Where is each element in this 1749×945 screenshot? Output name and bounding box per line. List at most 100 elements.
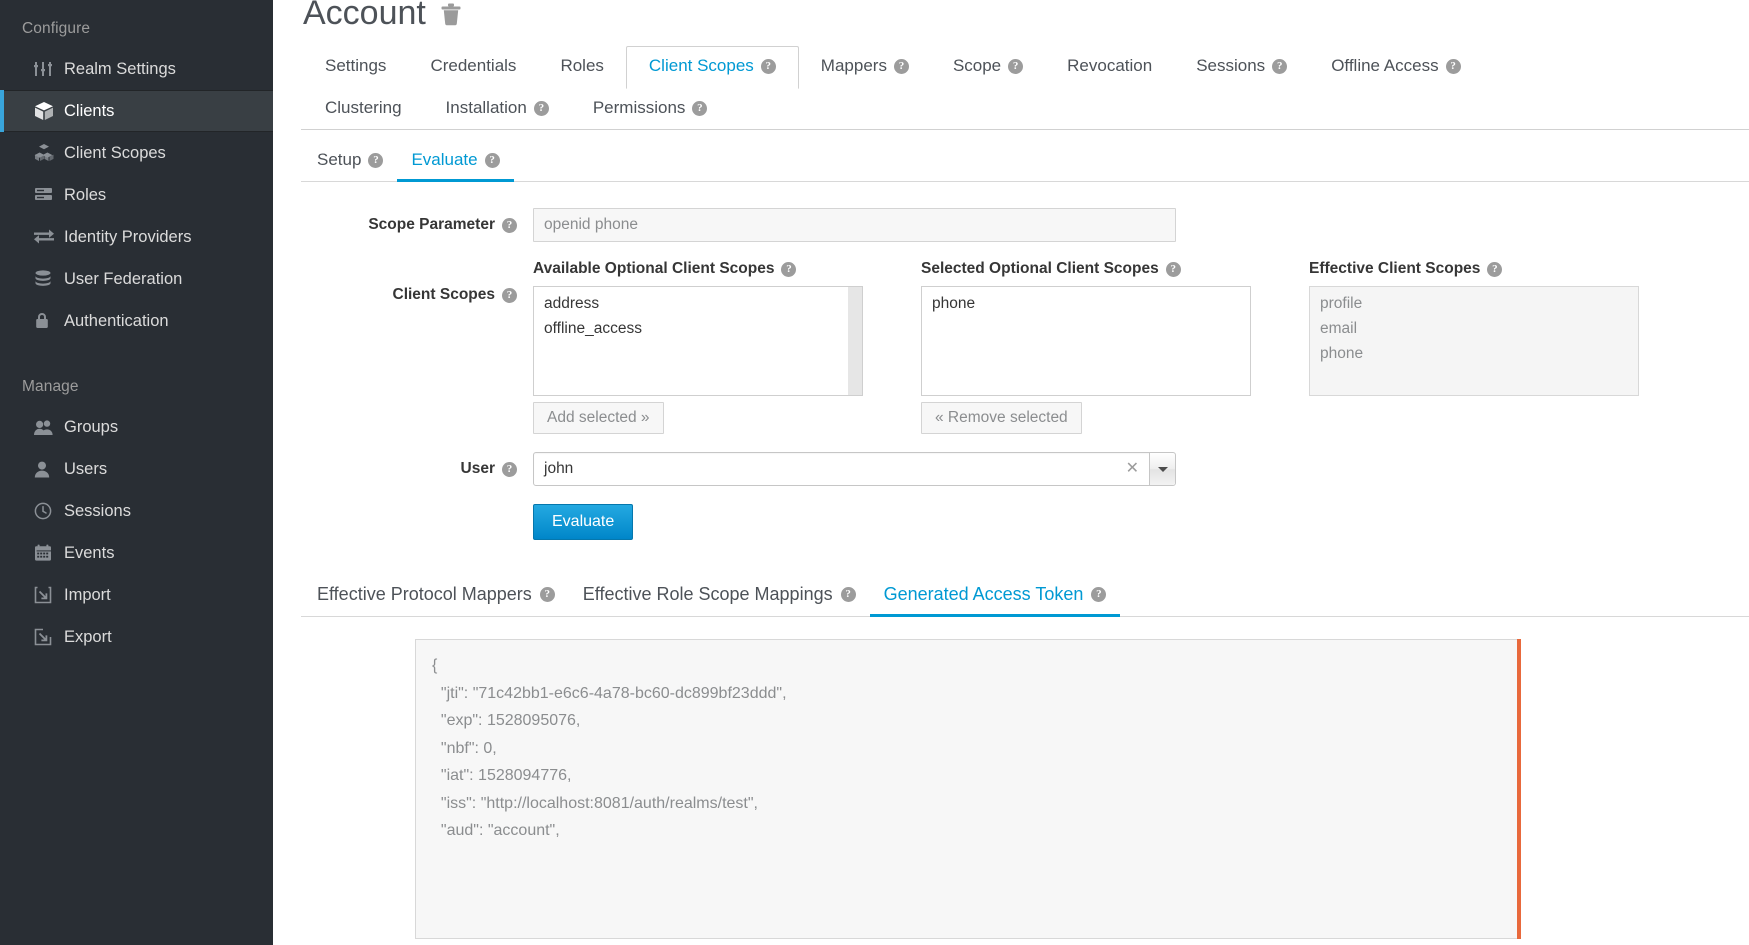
user-select[interactable]: john ✕ <box>533 452 1176 486</box>
tab-label: Effective Role Scope Mappings <box>583 584 833 605</box>
help-icon[interactable]: ? <box>841 587 856 602</box>
tab-mappers[interactable]: Mappers ? <box>799 46 931 88</box>
sidebar-item-label: Realm Settings <box>64 60 176 79</box>
selected-scopes-caption-group: Selected Optional Client Scopes ? <box>921 260 1251 278</box>
sidebar-item-label: Clients <box>64 102 114 121</box>
sidebar-item-label: User Federation <box>64 270 182 289</box>
help-icon[interactable]: ? <box>761 59 776 74</box>
help-icon[interactable]: ? <box>781 262 796 277</box>
tab-setup[interactable]: Setup ? <box>303 142 397 182</box>
effective-scopes-block: Effective Client Scopes ? profile email … <box>1309 260 1639 396</box>
access-token-text[interactable]: { "jti": "71c42bb1-e6c6-4a78-bc60-dc899b… <box>415 639 1521 939</box>
help-icon[interactable]: ? <box>485 153 500 168</box>
add-selected-button[interactable]: Add selected » <box>533 402 664 434</box>
tab-installation[interactable]: Installation ? <box>424 88 571 130</box>
remove-selected-button[interactable]: « Remove selected <box>921 402 1082 434</box>
help-icon[interactable]: ? <box>368 153 383 168</box>
sidebar-item-import[interactable]: Import <box>0 574 273 616</box>
sidebar-item-realm-settings[interactable]: Realm Settings <box>0 48 273 90</box>
list-item[interactable]: address <box>534 291 862 316</box>
tab-settings[interactable]: Settings <box>303 46 408 88</box>
client-scopes-row: Client Scopes ? Available Optional Clien… <box>301 260 1749 434</box>
sidebar-item-client-scopes[interactable]: Client Scopes <box>0 132 273 174</box>
list-item[interactable]: offline_access <box>534 316 862 341</box>
tab-effective-role-scope-mappings[interactable]: Effective Role Scope Mappings ? <box>569 576 870 617</box>
sidebar-item-user-federation[interactable]: User Federation <box>0 258 273 300</box>
cube-icon <box>34 101 64 121</box>
help-icon[interactable]: ? <box>1091 587 1106 602</box>
tab-label: Client Scopes <box>649 56 754 76</box>
sidebar-item-roles[interactable]: Roles <box>0 174 273 216</box>
tab-label: Mappers <box>821 56 887 76</box>
help-icon[interactable]: ? <box>502 288 517 303</box>
help-icon[interactable]: ? <box>1446 59 1461 74</box>
secondary-tab-bar: Setup ? Evaluate ? <box>301 142 1749 182</box>
sidebar-group-title-manage: Manage <box>0 342 273 406</box>
token-scrollbar[interactable] <box>1517 639 1521 939</box>
help-icon[interactable]: ? <box>1487 262 1502 277</box>
scope-parameter-input[interactable] <box>533 208 1176 242</box>
tab-scope[interactable]: Scope ? <box>931 46 1045 88</box>
evaluate-button[interactable]: Evaluate <box>533 504 633 540</box>
tab-label: Sessions <box>1196 56 1265 76</box>
help-icon[interactable]: ? <box>894 59 909 74</box>
help-icon[interactable]: ? <box>692 101 707 116</box>
chevron-down-icon[interactable] <box>1149 453 1175 485</box>
list-item[interactable]: phone <box>922 291 1250 316</box>
listbox-scrollbar[interactable] <box>848 287 862 395</box>
help-icon[interactable]: ? <box>502 462 517 477</box>
available-scopes-block: Available Optional Client Scopes ? addre… <box>533 260 863 434</box>
scope-parameter-label-group: Scope Parameter ? <box>301 208 533 234</box>
help-icon[interactable]: ? <box>534 101 549 116</box>
effective-scopes-caption-group: Effective Client Scopes ? <box>1309 260 1639 278</box>
tab-offline-access[interactable]: Offline Access ? <box>1309 46 1482 88</box>
trash-icon[interactable] <box>440 2 462 29</box>
help-icon[interactable]: ? <box>1008 59 1023 74</box>
sliders-icon <box>34 60 64 78</box>
sidebar-item-identity-providers[interactable]: Identity Providers <box>0 216 273 258</box>
sidebar-item-clients[interactable]: Clients <box>0 90 273 132</box>
main-content: Account Settings Credentials <box>273 0 1749 945</box>
tab-permissions[interactable]: Permissions ? <box>571 88 730 130</box>
sidebar: Configure Realm Settings Clients <box>0 0 273 945</box>
help-icon[interactable]: ? <box>1166 262 1181 277</box>
tab-label: Installation <box>446 98 527 118</box>
dual-list-picker: Available Optional Client Scopes ? addre… <box>533 260 1639 434</box>
help-icon[interactable]: ? <box>502 218 517 233</box>
primary-tab-bar: Settings Credentials Roles Client Scopes… <box>301 46 1749 130</box>
tab-clustering[interactable]: Clustering <box>303 88 424 130</box>
tab-label: Permissions <box>593 98 686 118</box>
sidebar-item-label: Events <box>64 544 114 563</box>
database-icon <box>34 270 64 288</box>
tab-credentials[interactable]: Credentials <box>408 46 538 88</box>
selected-scopes-listbox[interactable]: phone <box>921 286 1251 396</box>
sidebar-item-groups[interactable]: Groups <box>0 406 273 448</box>
scope-parameter-label: Scope Parameter <box>368 216 495 234</box>
user-label-group: User ? <box>301 452 533 478</box>
clear-x-icon[interactable]: ✕ <box>1116 461 1149 477</box>
tab-effective-protocol-mappers[interactable]: Effective Protocol Mappers ? <box>303 576 569 617</box>
user-select-value: john <box>534 460 1116 478</box>
help-icon[interactable]: ? <box>1272 59 1287 74</box>
tab-evaluate[interactable]: Evaluate ? <box>397 142 513 182</box>
sidebar-item-label: Groups <box>64 418 118 437</box>
tab-generated-access-token[interactable]: Generated Access Token ? <box>870 576 1121 617</box>
sidebar-item-events[interactable]: Events <box>0 532 273 574</box>
tab-roles[interactable]: Roles <box>538 46 625 88</box>
sidebar-item-users[interactable]: Users <box>0 448 273 490</box>
tab-sessions[interactable]: Sessions ? <box>1174 46 1309 88</box>
sidebar-item-export[interactable]: Export <box>0 616 273 658</box>
evaluate-spacer <box>301 504 533 512</box>
help-icon[interactable]: ? <box>540 587 555 602</box>
tab-label: Roles <box>560 56 603 76</box>
tab-revocation[interactable]: Revocation <box>1045 46 1174 88</box>
available-scopes-caption: Available Optional Client Scopes <box>533 260 774 278</box>
sidebar-item-authentication[interactable]: Authentication <box>0 300 273 342</box>
tab-client-scopes[interactable]: Client Scopes ? <box>626 46 799 89</box>
sidebar-item-sessions[interactable]: Sessions <box>0 490 273 532</box>
available-scopes-listbox[interactable]: address offline_access <box>533 286 863 396</box>
tab-label: Clustering <box>325 98 402 118</box>
sidebar-item-label: Authentication <box>64 312 169 331</box>
user-row: User ? john ✕ <box>301 452 1749 486</box>
sidebar-item-label: Client Scopes <box>64 144 166 163</box>
